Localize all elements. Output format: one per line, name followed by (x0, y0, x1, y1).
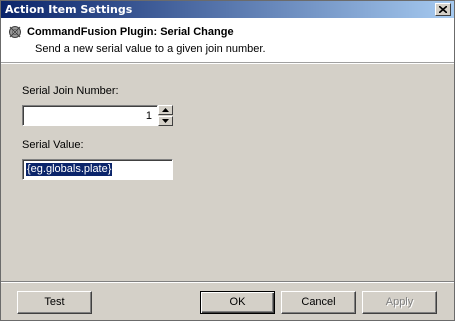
ok-button[interactable]: OK (200, 291, 275, 314)
apply-button[interactable]: Apply (362, 291, 437, 314)
spin-up-button[interactable] (158, 105, 173, 115)
header-title: CommandFusion Plugin: Serial Change (27, 26, 234, 38)
test-button[interactable]: Test (17, 291, 92, 314)
dialog-window: Action Item Settings CommandFusion Plugi… (0, 0, 455, 321)
arrow-down-icon (162, 119, 169, 123)
serial-value-input[interactable]: {eg.globals.plate} (22, 159, 173, 180)
header-subtitle: Send a new serial value to a given join … (35, 43, 266, 55)
dialog-header: CommandFusion Plugin: Serial Change Send… (1, 18, 454, 63)
arrow-up-icon (162, 108, 169, 112)
serial-join-label: Serial Join Number: (22, 85, 119, 97)
serial-join-spinner[interactable] (158, 105, 173, 126)
serial-join-value: 1 (145, 110, 152, 122)
serial-join-input[interactable]: 1 (22, 105, 158, 126)
header-divider (1, 63, 454, 64)
plugin-gear-icon (9, 26, 21, 38)
title-bar[interactable]: Action Item Settings (1, 1, 454, 18)
close-button[interactable] (435, 3, 451, 16)
serial-value-label: Serial Value: (22, 139, 84, 151)
cancel-button[interactable]: Cancel (281, 291, 356, 314)
close-icon (439, 6, 447, 13)
spin-down-button[interactable] (158, 116, 173, 126)
window-title: Action Item Settings (5, 3, 133, 16)
footer-divider-highlight (1, 282, 454, 283)
serial-value-text: {eg.globals.plate} (26, 163, 113, 176)
